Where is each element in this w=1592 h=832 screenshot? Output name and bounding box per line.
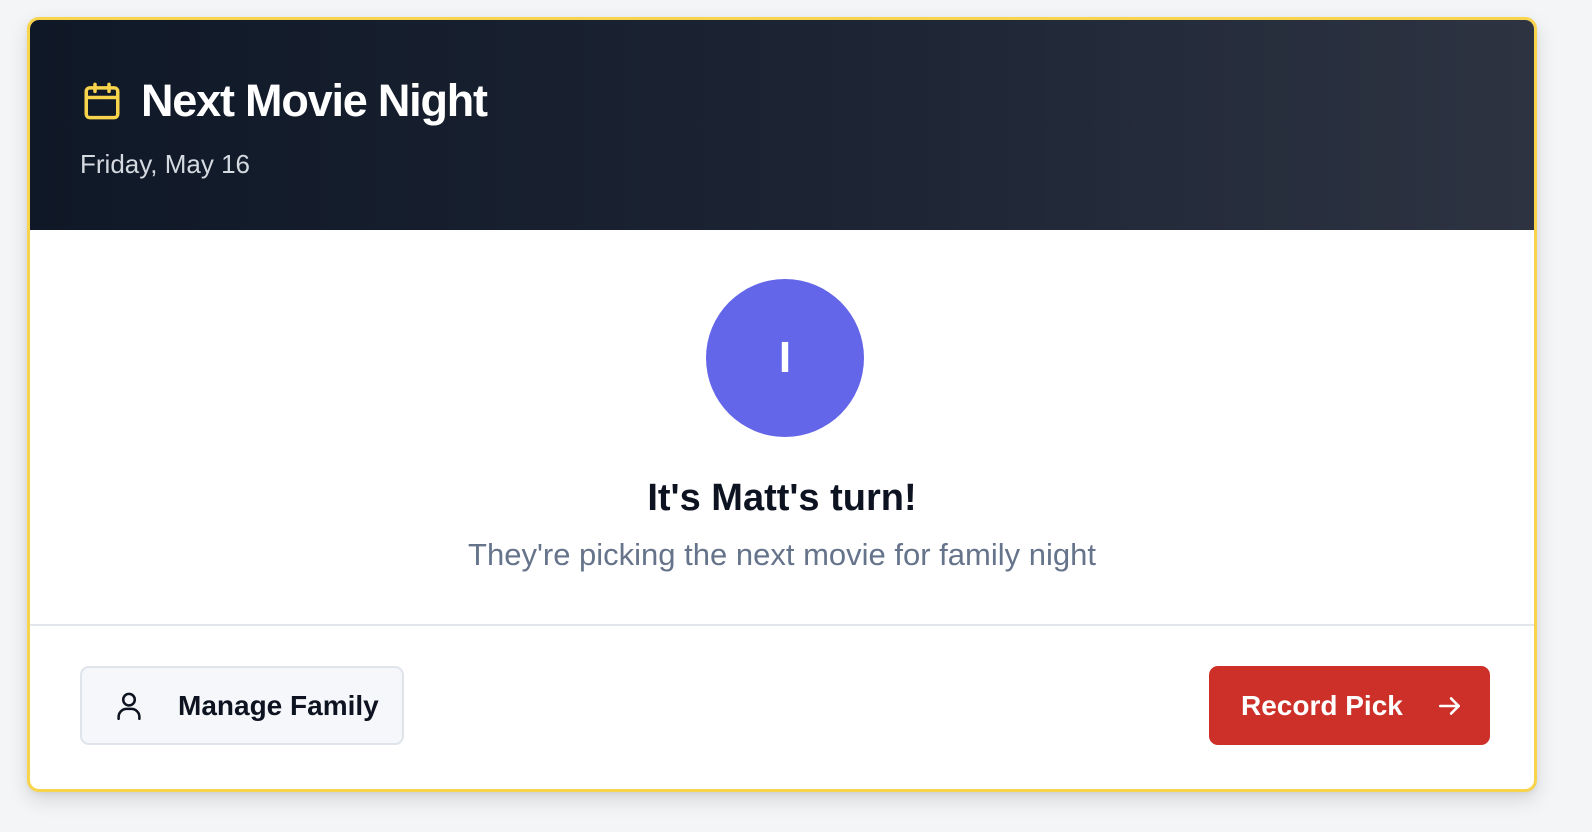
avatar-initial: I xyxy=(778,333,792,382)
page-title: Next Movie Night xyxy=(141,75,488,126)
record-pick-label: Record Pick xyxy=(1241,689,1403,721)
turn-subtitle: They're picking the next movie for famil… xyxy=(468,537,1096,572)
event-date: Friday, May 16 xyxy=(80,149,251,179)
avatar: I xyxy=(706,279,864,437)
footer-divider xyxy=(30,624,1534,626)
movie-night-card: Next Movie Night Friday, May 16 I It's M… xyxy=(27,17,1537,792)
manage-family-label: Manage Family xyxy=(178,689,379,721)
header-title-row: Next Movie Night xyxy=(80,75,488,126)
user-icon xyxy=(114,691,144,721)
turn-heading: It's Matt's turn! xyxy=(647,477,917,519)
record-pick-button[interactable]: Record Pick xyxy=(1209,666,1490,745)
calendar-icon xyxy=(80,79,124,123)
card-header: Next Movie Night Friday, May 16 xyxy=(30,20,1534,230)
manage-family-button[interactable]: Manage Family xyxy=(80,666,404,745)
arrow-right-icon xyxy=(1435,691,1465,721)
